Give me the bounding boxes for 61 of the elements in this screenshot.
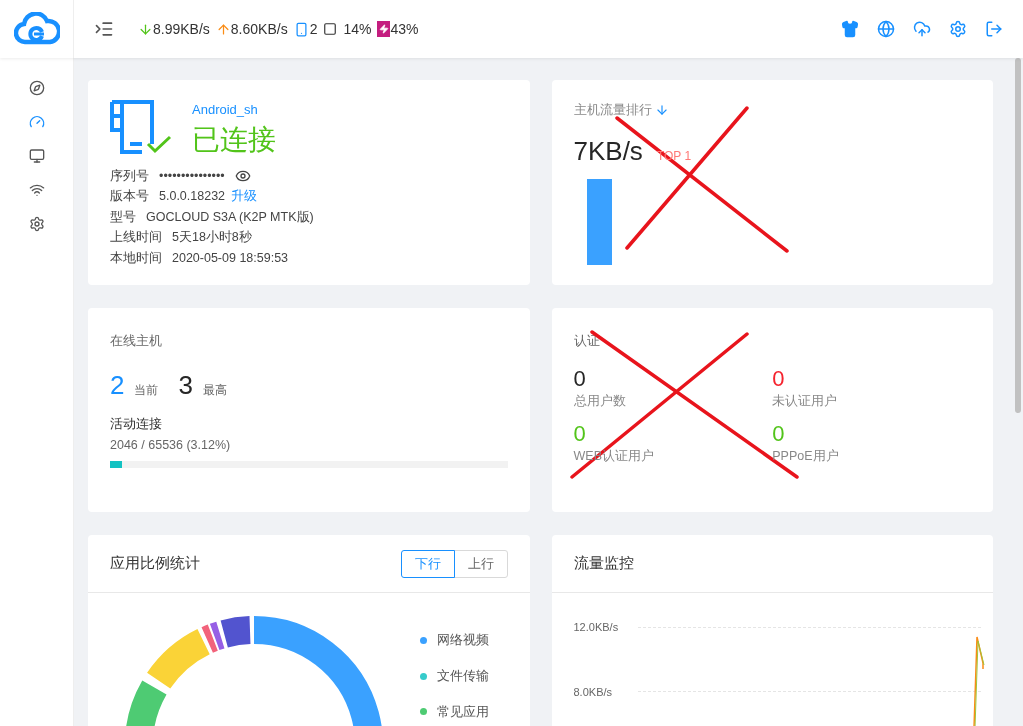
- settings-icon[interactable]: [949, 20, 967, 38]
- wifi-icon[interactable]: [28, 182, 45, 198]
- globe-icon[interactable]: [877, 20, 895, 38]
- info-value: 5天18小时8秒: [172, 229, 252, 247]
- info-label: 上线时间: [110, 229, 162, 247]
- legend-label: 文件传输: [436, 667, 489, 685]
- device-count: 2: [309, 19, 318, 39]
- info-value: 5.0.0.18232: [159, 188, 226, 206]
- connections-title: 活动连接: [110, 416, 163, 433]
- cpu-icon: [323, 22, 338, 36]
- direction-tab[interactable]: 上行: [453, 549, 508, 578]
- monitor-icon[interactable]: [28, 148, 45, 164]
- stat-label: 未认证用户: [772, 393, 839, 410]
- download-arrow-icon: [138, 21, 153, 37]
- direction-tab[interactable]: 下行: [400, 549, 455, 578]
- card-title: 主机流量排行: [573, 101, 652, 119]
- phone-icon: [293, 21, 309, 37]
- stat-label: 总用户数: [573, 393, 627, 410]
- battery-level: 43%: [390, 19, 419, 39]
- stat-label: PPPoE用户: [772, 447, 840, 465]
- info-label: 型号: [110, 208, 136, 226]
- axis-label: 12.0KB/s: [573, 620, 620, 635]
- info-value: 2020-05-09 18:59:53: [172, 249, 289, 267]
- compass-icon[interactable]: [28, 80, 45, 96]
- router-check-icon: [110, 100, 172, 154]
- upload-arrow-icon: [215, 21, 231, 37]
- info-label: 版本号: [110, 188, 149, 206]
- info-value: GOCLOUD S3A (K2P MTK版): [146, 208, 314, 226]
- current-count: 2: [110, 369, 125, 402]
- cloud-logo-icon: [13, 12, 60, 46]
- card-title: 流量监控: [573, 553, 634, 574]
- shirt-icon[interactable]: [841, 20, 859, 38]
- download-speed: 8.99KB/s: [153, 19, 210, 39]
- legend-label: 常见应用: [436, 703, 489, 721]
- legend-label: 网络视频: [436, 632, 489, 649]
- info-value: •••••••••••••••: [159, 167, 225, 185]
- info-label: 本地时间: [110, 249, 162, 267]
- max-count: 3: [178, 369, 193, 402]
- stat-value: 0: [772, 420, 786, 447]
- stat-value: 0: [573, 420, 587, 447]
- menu-toggle-icon[interactable]: [94, 19, 114, 39]
- dashboard-icon[interactable]: [28, 114, 45, 130]
- traffic-speed: 7KB/s: [573, 134, 643, 168]
- card-title: 应用比例统计: [110, 553, 200, 574]
- cpu-usage: 14%: [343, 19, 372, 39]
- current-label: 当前: [134, 382, 159, 399]
- logout-icon[interactable]: [985, 20, 1003, 38]
- cloud-upload-icon[interactable]: [913, 20, 931, 38]
- axis-label: 8.0KB/s: [573, 684, 614, 700]
- upgrade-link[interactable]: 升级: [231, 187, 258, 207]
- stat-value: 0: [772, 366, 786, 392]
- max-label: 最高: [202, 382, 227, 399]
- upload-speed: 8.60KB/s: [230, 19, 288, 39]
- device-name-link[interactable]: Android_sh: [192, 100, 276, 120]
- settings-icon[interactable]: [28, 216, 45, 232]
- info-label: 序列号: [110, 167, 149, 185]
- stat-value: 0: [573, 366, 587, 392]
- connection-status: 已连接: [192, 122, 276, 157]
- card-title: 在线主机: [110, 334, 162, 348]
- connections-count: 2046 / 65536 (3.12%): [110, 436, 232, 454]
- battery-icon: [377, 21, 391, 37]
